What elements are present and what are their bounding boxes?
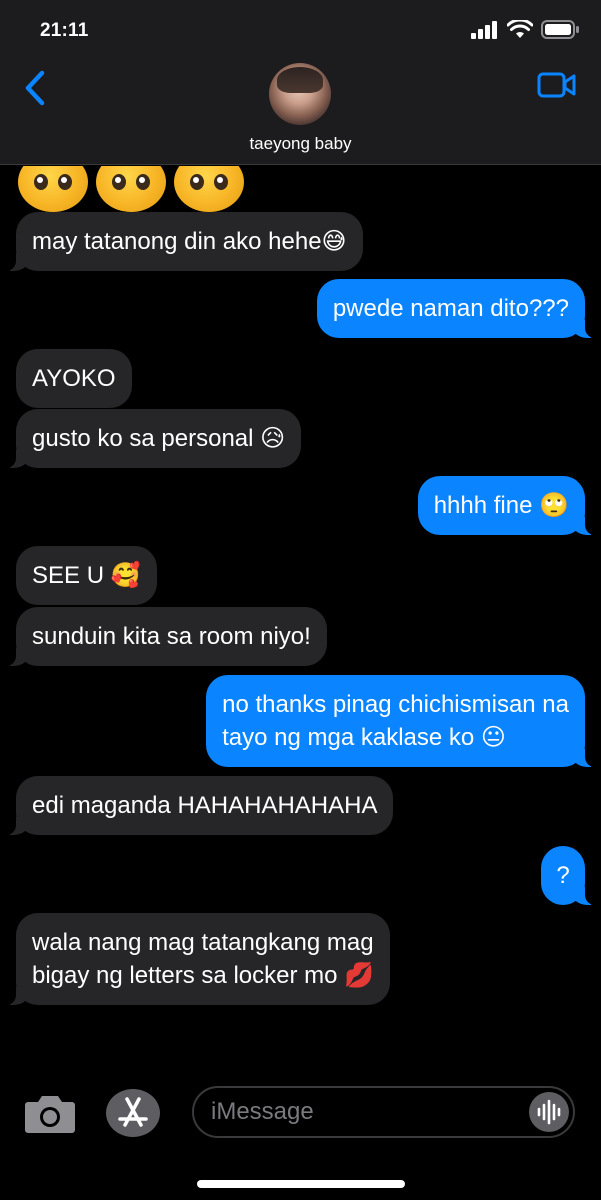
battery-icon: [541, 20, 579, 39]
status-time: 21:11: [40, 20, 89, 41]
pleading-face-icon: [18, 166, 88, 212]
app-store-icon: [118, 1097, 148, 1127]
incoming-message[interactable]: may tatanong din ako hehe😅: [6, 212, 363, 271]
incoming-message[interactable]: sunduin kita sa room niyo!: [6, 607, 327, 666]
pleading-emoji-row: [18, 166, 244, 212]
incoming-message[interactable]: gusto ko sa personal 😥: [5, 409, 302, 468]
home-indicator: [197, 1180, 405, 1188]
nav-header: 21:11 taeyong baby: [0, 0, 601, 165]
incoming-message[interactable]: AYOKO: [16, 349, 132, 408]
outgoing-message[interactable]: no thanks pinag chichismisan na tayo ng …: [206, 675, 595, 767]
camera-button[interactable]: [24, 1092, 76, 1134]
pleading-face-icon: [174, 166, 244, 212]
outgoing-message[interactable]: hhhh fine 🙄: [417, 476, 596, 535]
outgoing-message[interactable]: ?: [541, 846, 595, 905]
video-camera-icon: [537, 72, 576, 98]
status-icons: [471, 20, 579, 39]
contact-avatar[interactable]: [269, 63, 331, 125]
status-bar: 21:11: [0, 0, 601, 60]
pleading-face-icon: [96, 166, 166, 212]
facetime-video-button[interactable]: [537, 70, 577, 100]
incoming-message[interactable]: edi maganda HAHAHAHAHAHA: [5, 776, 394, 835]
incoming-message[interactable]: SEE U 🥰: [16, 546, 157, 605]
imessage-input[interactable]: iMessage: [192, 1086, 575, 1138]
audio-waveform-icon: [537, 1099, 561, 1125]
outgoing-message[interactable]: pwede naman dito???: [316, 279, 596, 338]
audio-record-button[interactable]: [529, 1092, 569, 1132]
message-thread[interactable]: may tatanong din ako hehe😅 pwede naman d…: [0, 166, 601, 1066]
camera-icon: [25, 1096, 75, 1133]
back-button[interactable]: [22, 70, 52, 106]
cellular-signal-icon: [471, 20, 497, 39]
compose-bar: iMessage: [0, 1075, 601, 1155]
wifi-icon: [507, 20, 533, 38]
app-store-button[interactable]: [106, 1089, 160, 1137]
contact-name[interactable]: taeyong baby: [0, 134, 601, 154]
chevron-left-icon: [25, 70, 45, 106]
incoming-message[interactable]: wala nang mag tatangkang mag bigay ng le…: [5, 913, 391, 1005]
input-placeholder: iMessage: [211, 1098, 314, 1125]
